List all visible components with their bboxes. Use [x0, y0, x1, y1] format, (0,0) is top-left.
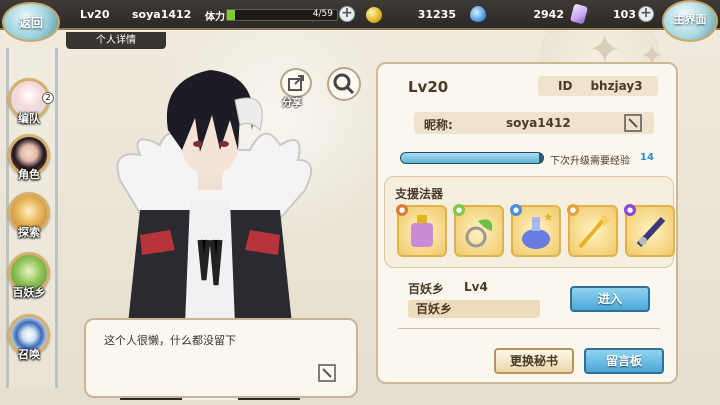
town-name: 百妖乡: [408, 282, 445, 296]
artifact-element-icon: ●: [624, 204, 636, 216]
town-level: Lv4: [464, 280, 488, 294]
home-button[interactable]: 主界面: [662, 0, 718, 42]
sidebar-item-label: 召唤: [18, 348, 40, 361]
exp-progress-fill: [401, 153, 539, 163]
sidebar-item-team[interactable]: 编队 2: [6, 78, 54, 134]
artifact-slot-1[interactable]: ●: [396, 204, 447, 257]
team-badge: 2: [42, 92, 54, 104]
back-button[interactable]: 返回: [2, 2, 60, 42]
support-artifacts-title: 支援法器: [395, 187, 444, 201]
crystal-icon: [569, 3, 589, 25]
artifact-element-icon: ●: [396, 204, 408, 216]
player-id-box: ID bhzjay3: [538, 76, 658, 96]
gold-value: 31235: [417, 8, 456, 21]
add-crystal-button[interactable]: +: [638, 6, 654, 22]
nickname-label: 昵称:: [424, 118, 453, 132]
enter-town-button[interactable]: 进入: [570, 286, 650, 312]
share-icon: [288, 75, 304, 91]
artifact-element-icon: ●: [453, 204, 465, 216]
town-name-bar: 百妖乡: [408, 300, 540, 318]
stamina-bar: 4/59: [226, 9, 338, 21]
id-label: ID: [558, 79, 573, 93]
artifact-element-icon: ●: [567, 204, 579, 216]
artifact-slot-4[interactable]: ●: [567, 204, 618, 257]
stamina-text: 4/59: [312, 9, 333, 19]
crystal-value: 103: [613, 8, 636, 21]
top-bar: Lv20 soya1412 体力 4/59 + 31235 2942 103 +: [0, 0, 720, 30]
tab-personal-details[interactable]: 个人详情: [66, 32, 166, 49]
artifact-slot-3[interactable]: ● ★: [510, 204, 561, 257]
artifact-slot-2[interactable]: ●: [453, 204, 504, 257]
signature-text: 这个人很懒，什么都没留下: [104, 334, 236, 347]
edit-signature-icon[interactable]: [318, 364, 336, 382]
profile-level: Lv20: [408, 78, 449, 96]
sidebar-item-label: 百妖乡: [12, 286, 46, 299]
share-label: 分享: [282, 98, 302, 109]
signature-bubble: 这个人很懒，什么都没留下: [84, 318, 358, 398]
sidebar-item-summon[interactable]: 召唤: [6, 314, 52, 370]
search-button[interactable]: [327, 67, 361, 101]
artifact-element-icon: ●: [510, 204, 522, 216]
artifact-slot-5[interactable]: ●: [624, 204, 675, 257]
player-level: Lv20: [80, 8, 110, 21]
sidebar-item-label: 编队: [18, 112, 40, 125]
sidebar-item-character[interactable]: 角色: [6, 134, 52, 190]
message-board-button[interactable]: 留言板: [584, 348, 664, 374]
edit-nickname-icon[interactable]: [624, 114, 642, 132]
nickname-value: soya1412: [506, 116, 571, 130]
exp-progress-bar: [400, 152, 544, 164]
water-value: 2942: [533, 8, 564, 21]
water-drop-icon: [470, 6, 486, 22]
id-value: bhzjay3: [590, 79, 643, 93]
add-stamina-button[interactable]: +: [339, 6, 355, 22]
exp-label: 下次升级需要经验: [550, 156, 630, 167]
svg-text:★: ★: [543, 210, 554, 224]
exp-value: 14: [640, 152, 654, 163]
stamina-fill: [227, 10, 235, 20]
sidebar-item-explore[interactable]: 探索: [6, 192, 52, 248]
nickname-field: 昵称: soya1412: [414, 112, 654, 134]
profile-panel: Lv20 ID bhzjay3 昵称: soya1412 下次升级需要经验 14…: [376, 62, 678, 384]
sidebar-item-town[interactable]: 百妖乡: [6, 252, 52, 308]
player-name: soya1412: [132, 8, 192, 21]
sidebar-item-label: 角色: [18, 168, 40, 181]
sidebar-item-label: 探索: [18, 226, 40, 239]
search-icon: [333, 73, 355, 95]
support-artifacts-section: 支援法器 ● ● ● ★ ● ●: [384, 176, 675, 268]
change-secretary-button[interactable]: 更换秘书: [494, 348, 574, 374]
divider: [398, 328, 660, 329]
stamina-label: 体力: [205, 12, 225, 23]
